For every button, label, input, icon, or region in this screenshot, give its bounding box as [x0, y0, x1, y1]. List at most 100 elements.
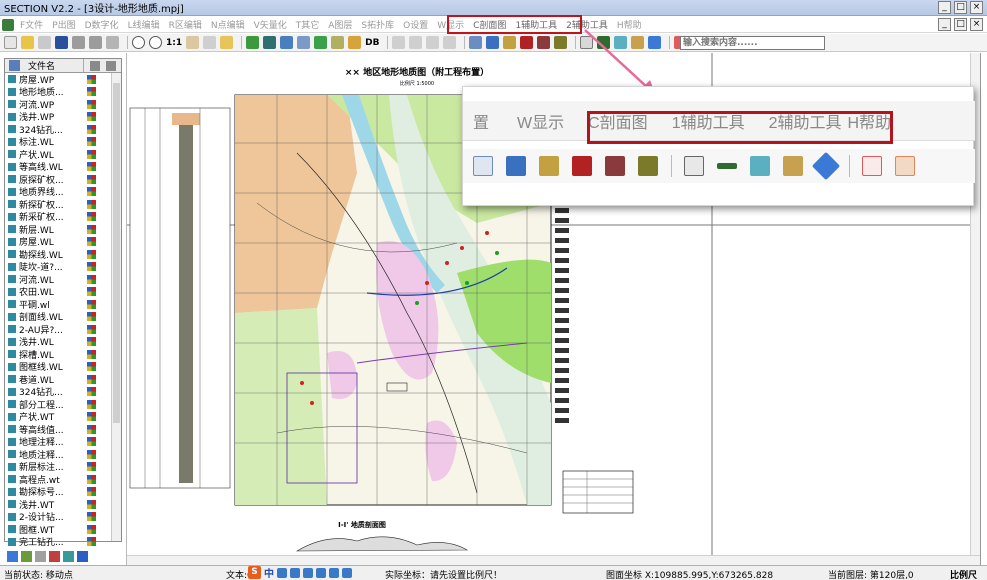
ime-mode-label[interactable]: 中 — [264, 565, 274, 580]
file-status-icon[interactable] — [87, 149, 96, 159]
file-list-item[interactable]: 等高线.WL — [5, 161, 121, 173]
menu-vectorize[interactable]: V矢量化 — [254, 18, 287, 31]
point-tool-icon[interactable] — [331, 36, 345, 49]
file-status-icon[interactable] — [87, 349, 96, 359]
section-box-icon[interactable] — [537, 36, 551, 49]
file-status-icon[interactable] — [87, 87, 96, 97]
ime-moon-icon[interactable] — [277, 567, 287, 578]
section-arrow-icon[interactable] — [486, 36, 500, 49]
file-list-item[interactable]: 房屋.WL — [5, 236, 121, 248]
file-list-item[interactable]: 勘探线.WL — [5, 248, 121, 261]
file-checkbox-icon[interactable] — [8, 487, 16, 496]
menu-print[interactable]: P出图 — [52, 18, 75, 31]
file-list-item[interactable]: 地质注释... — [5, 448, 121, 461]
file-status-icon[interactable] — [87, 224, 96, 234]
file-status-icon[interactable] — [87, 249, 96, 259]
sogou-logo-icon[interactable]: S — [248, 566, 261, 579]
file-checkbox-icon[interactable] — [8, 87, 16, 96]
file-status-icon[interactable] — [87, 174, 96, 184]
file-list-item[interactable]: 标注.WL — [5, 136, 121, 148]
menu-other[interactable]: T其它 — [296, 18, 320, 31]
file-checkbox-icon[interactable] — [8, 275, 16, 284]
file-list-item[interactable]: 2-设计钻... — [5, 511, 121, 523]
file-list-item[interactable]: 产状.WL — [5, 148, 121, 161]
file-list-item[interactable]: 勘探标号... — [5, 486, 121, 498]
file-list-item[interactable]: 地理注释... — [5, 436, 121, 448]
file-checkbox-icon[interactable] — [8, 525, 16, 534]
file-list-item[interactable]: 浅井.WL — [5, 336, 121, 348]
undo-icon[interactable] — [443, 36, 457, 49]
file-status-icon[interactable] — [87, 474, 96, 484]
copy-icon[interactable] — [409, 36, 423, 49]
new-file-icon[interactable] — [4, 36, 17, 49]
zoom-out-icon[interactable] — [149, 36, 162, 49]
file-status-icon[interactable] — [87, 312, 96, 322]
file-list-item[interactable]: 浅井.WT — [5, 498, 121, 511]
file-checkbox-icon[interactable] — [8, 537, 16, 546]
file-list-item[interactable]: 324钻孔... — [5, 123, 121, 136]
file-checkbox-icon[interactable] — [8, 375, 16, 384]
add-layer-icon[interactable] — [21, 550, 32, 562]
file-list-item[interactable]: 高程点.wt — [5, 473, 121, 486]
file-status-icon[interactable] — [87, 274, 96, 284]
maximize-button[interactable]: □ — [954, 1, 967, 14]
file-list-item[interactable]: 部分工程... — [5, 398, 121, 411]
file-status-icon[interactable] — [87, 199, 96, 209]
file-checkbox-icon[interactable] — [8, 175, 16, 184]
file-status-icon[interactable] — [87, 362, 96, 372]
area-tool-icon[interactable] — [314, 36, 328, 49]
section-grid-icon[interactable] — [554, 36, 568, 49]
pan-hand-icon[interactable] — [186, 36, 200, 49]
file-list-item[interactable]: 剖面线.WL — [5, 311, 121, 323]
file-checkbox-icon[interactable] — [8, 200, 16, 209]
file-checkbox-icon[interactable] — [8, 75, 16, 84]
mdi-close-button[interactable]: × — [970, 18, 983, 31]
file-checkbox-icon[interactable] — [8, 225, 16, 234]
file-status-icon[interactable] — [87, 387, 96, 397]
file-list-item[interactable]: 地形地质... — [5, 86, 121, 98]
file-status-icon[interactable] — [87, 462, 96, 472]
file-checkbox-icon[interactable] — [8, 162, 16, 171]
refresh-icon[interactable] — [203, 36, 217, 49]
ime-keyboard-icon[interactable] — [316, 567, 326, 578]
file-list-item[interactable]: 河流.WL — [5, 273, 121, 286]
zoom-ratio-button[interactable]: 1:1 — [166, 38, 182, 48]
file-checkbox-icon[interactable] — [8, 300, 16, 309]
layer-settings-icon[interactable] — [77, 550, 88, 562]
file-status-icon[interactable] — [87, 162, 96, 172]
cut-icon[interactable] — [392, 36, 406, 49]
scale-button[interactable]: 比例尺 — [950, 568, 977, 580]
open-layer-icon[interactable] — [35, 550, 46, 562]
file-checkbox-icon[interactable] — [8, 312, 16, 321]
canvas-horizontal-scrollbar[interactable] — [127, 555, 980, 565]
file-checkbox-icon[interactable] — [8, 475, 16, 484]
section-cross-icon[interactable] — [503, 36, 517, 49]
file-status-icon[interactable] — [87, 99, 96, 109]
file-checkbox-icon[interactable] — [8, 400, 16, 409]
file-status-icon[interactable] — [87, 537, 96, 547]
file-list-item[interactable]: 等高线值... — [5, 423, 121, 436]
file-status-icon[interactable] — [87, 237, 96, 247]
ime-punct-icon[interactable] — [290, 567, 300, 578]
mdi-minimize-button[interactable]: _ — [938, 18, 951, 31]
file-status-icon[interactable] — [87, 512, 96, 522]
menu-region-edit[interactable]: R区编辑 — [169, 18, 202, 31]
file-checkbox-icon[interactable] — [8, 250, 16, 259]
file-checkbox-icon[interactable] — [8, 412, 16, 421]
file-checkbox-icon[interactable] — [8, 100, 16, 109]
file-checkbox-icon[interactable] — [8, 287, 16, 296]
file-status-icon[interactable] — [87, 412, 96, 422]
file-status-icon[interactable] — [87, 449, 96, 459]
save-all-icon[interactable] — [89, 36, 102, 49]
file-status-icon[interactable] — [87, 324, 96, 334]
file-status-icon[interactable] — [87, 137, 96, 147]
file-status-icon[interactable] — [87, 399, 96, 409]
file-status-icon[interactable] — [87, 337, 96, 347]
file-name-header[interactable]: 文件名 — [24, 59, 84, 72]
delete-layer-icon[interactable] — [49, 550, 60, 562]
file-status-icon[interactable] — [87, 212, 96, 222]
file-list-item[interactable]: 陡坎-道?... — [5, 261, 121, 273]
file-list-item[interactable]: 原探矿权... — [5, 173, 121, 186]
map-window-icon[interactable] — [280, 36, 294, 49]
menu-layer[interactable]: A图层 — [328, 18, 352, 31]
